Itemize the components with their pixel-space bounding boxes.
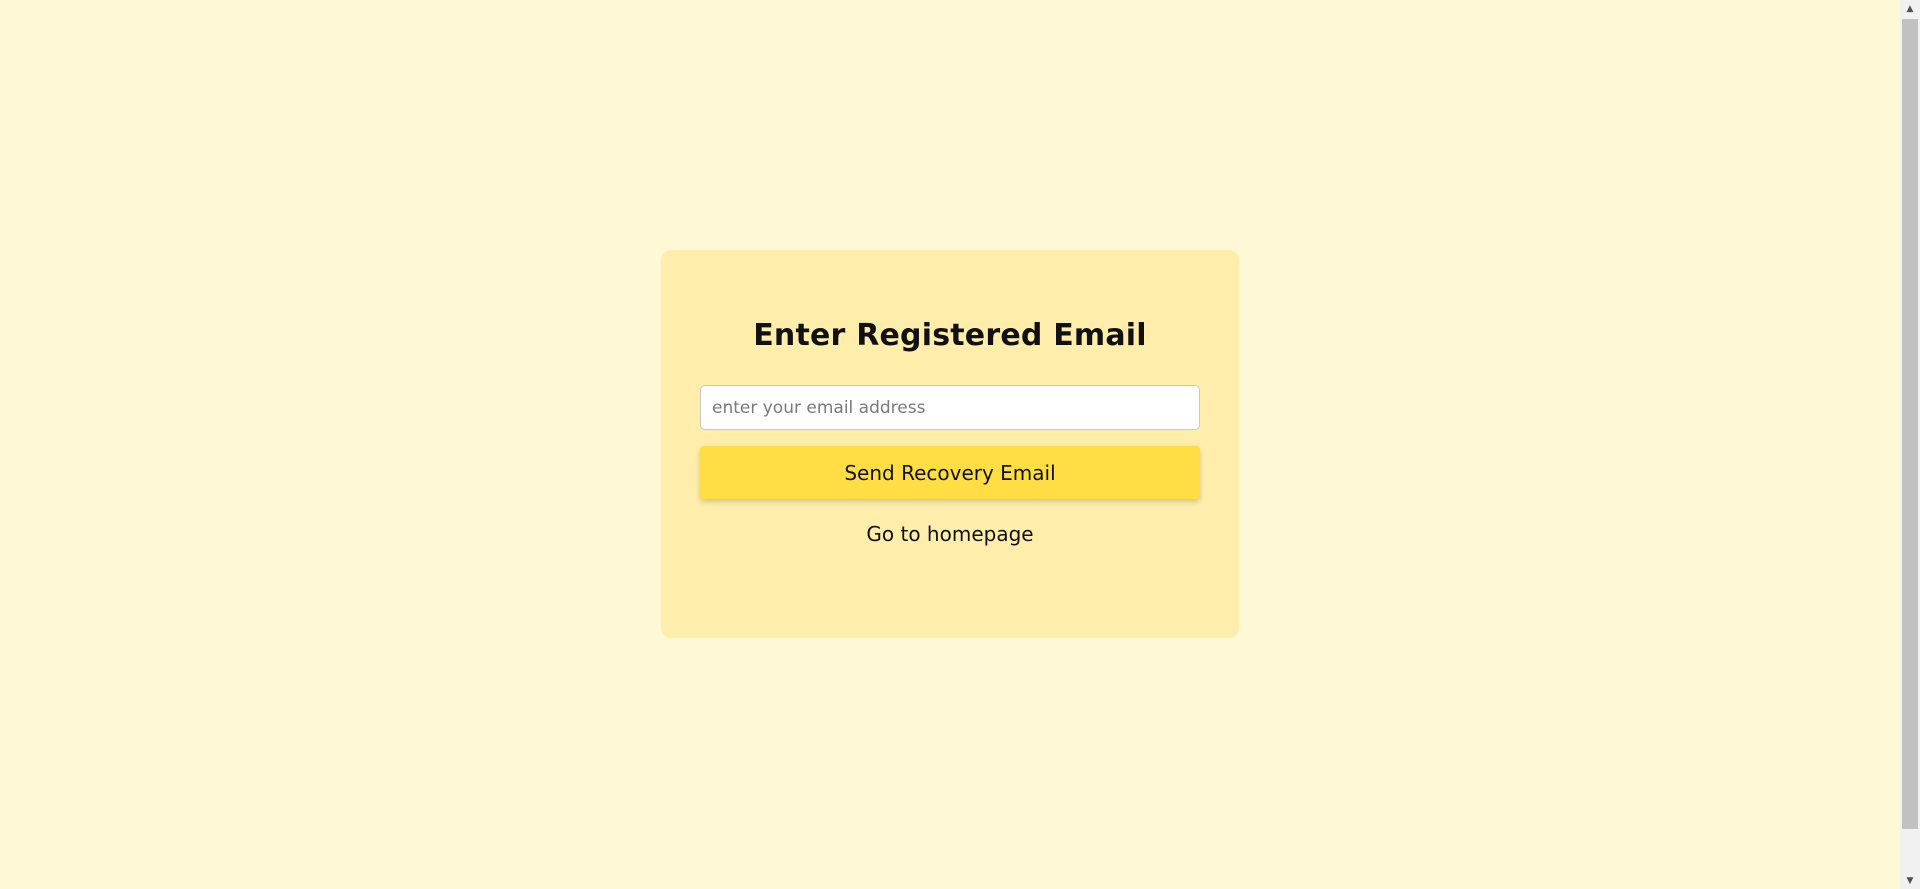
vertical-scrollbar[interactable]: ▲ ▼ — [1900, 0, 1920, 889]
chevron-down-icon[interactable]: ▼ — [1900, 872, 1920, 889]
recovery-card: Enter Registered Email Send Recovery Ema… — [661, 250, 1239, 638]
go-to-homepage-link[interactable]: Go to homepage — [661, 522, 1239, 546]
send-recovery-email-button[interactable]: Send Recovery Email — [700, 446, 1200, 499]
page-background: Enter Registered Email Send Recovery Ema… — [0, 0, 1900, 889]
scrollbar-thumb[interactable] — [1902, 19, 1918, 829]
chevron-up-icon[interactable]: ▲ — [1900, 0, 1920, 17]
home-link-label: Go to homepage — [866, 522, 1034, 546]
page-title: Enter Registered Email — [753, 318, 1147, 353]
email-field[interactable] — [700, 385, 1200, 430]
